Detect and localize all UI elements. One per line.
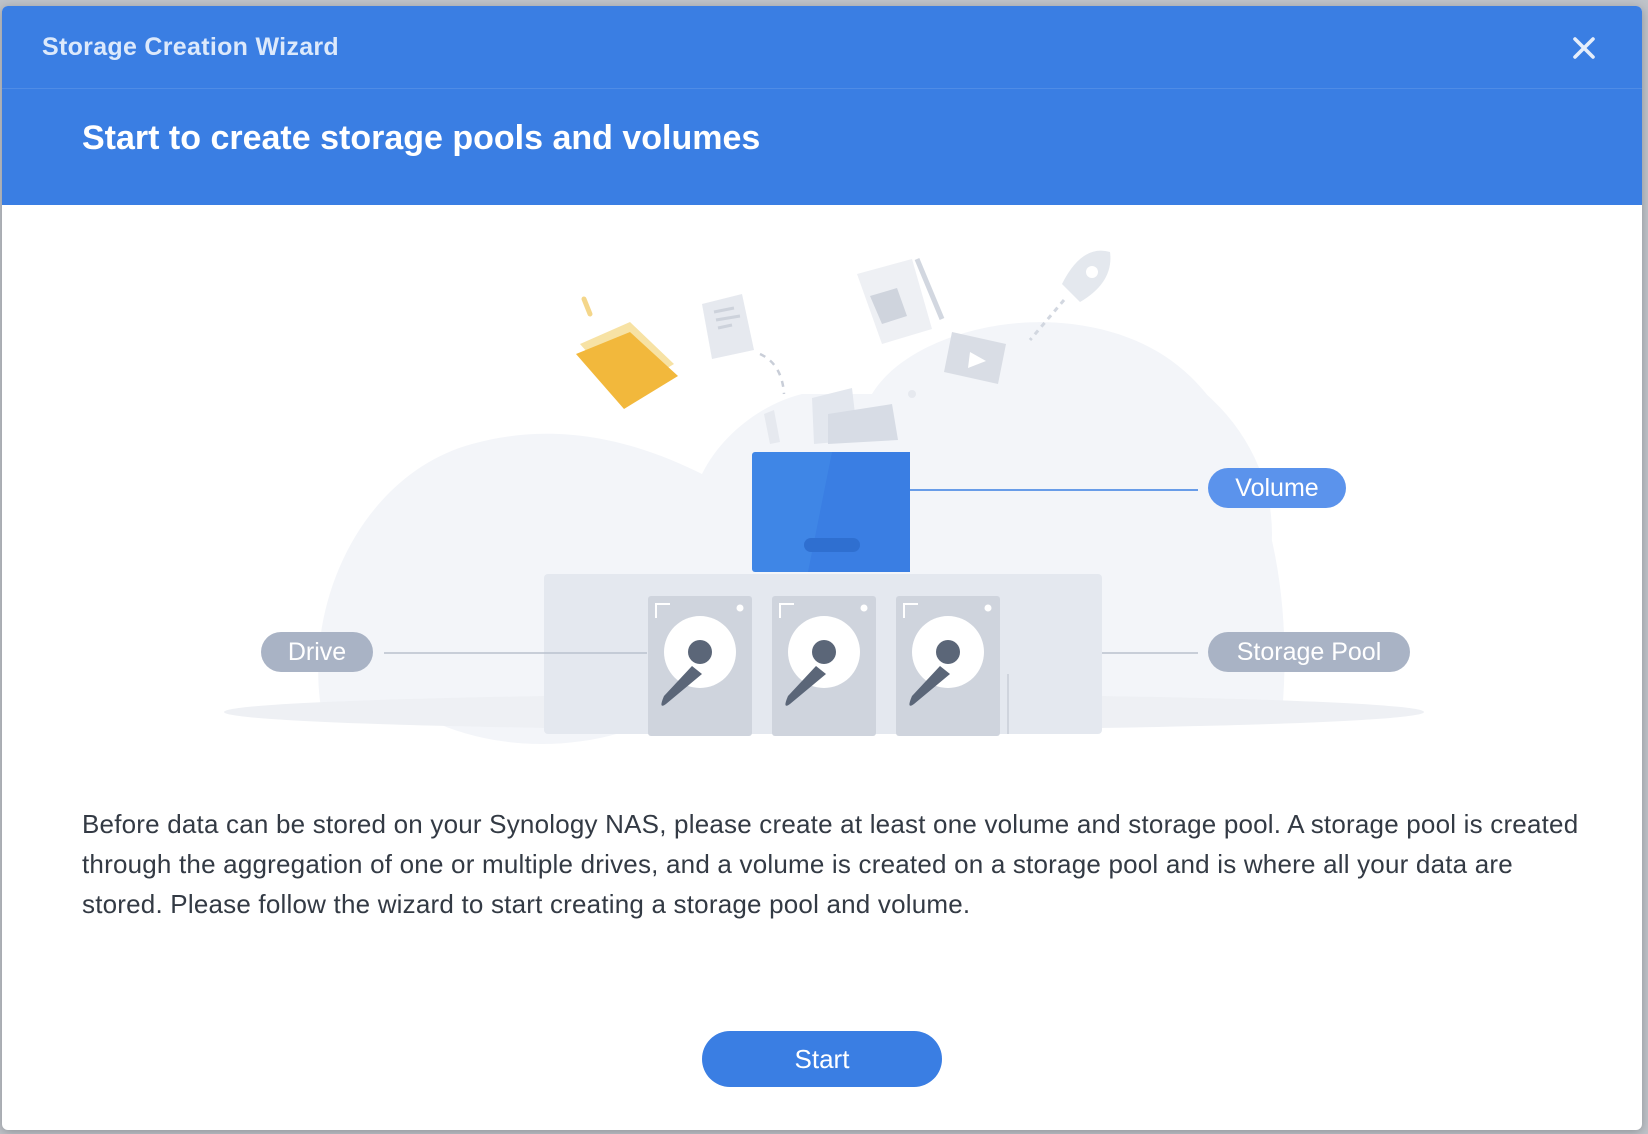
folder-icon: [576, 296, 678, 409]
volume-label: Volume: [1208, 468, 1346, 508]
hard-drive-2: [772, 596, 876, 736]
page-header: Start to create storage pools and volume…: [2, 88, 1642, 205]
volume-box: [752, 452, 910, 572]
close-button[interactable]: [1564, 28, 1604, 68]
start-button[interactable]: Start: [702, 1031, 942, 1087]
illustration-graphic: [224, 250, 1424, 744]
document-icon: [702, 294, 786, 395]
page-heading: Start to create storage pools and volume…: [82, 119, 761, 157]
drive-label: Drive: [261, 632, 373, 672]
hard-drive-1: [648, 596, 752, 736]
wizard-window: Storage Creation Wizard Start to create …: [2, 6, 1642, 1130]
close-icon: [1573, 37, 1595, 59]
floating-dot: [908, 390, 916, 398]
hard-drive-3: [896, 596, 1000, 736]
title-bar: Storage Creation Wizard: [2, 6, 1642, 88]
description-text: Before data can be stored on your Synolo…: [82, 809, 1579, 919]
storage-pool-label: Storage Pool: [1208, 632, 1410, 672]
window-title: Storage Creation Wizard: [42, 33, 339, 61]
storage-illustration: Volume Drive Storage Pool: [2, 204, 1642, 784]
package-icon: [857, 258, 945, 344]
